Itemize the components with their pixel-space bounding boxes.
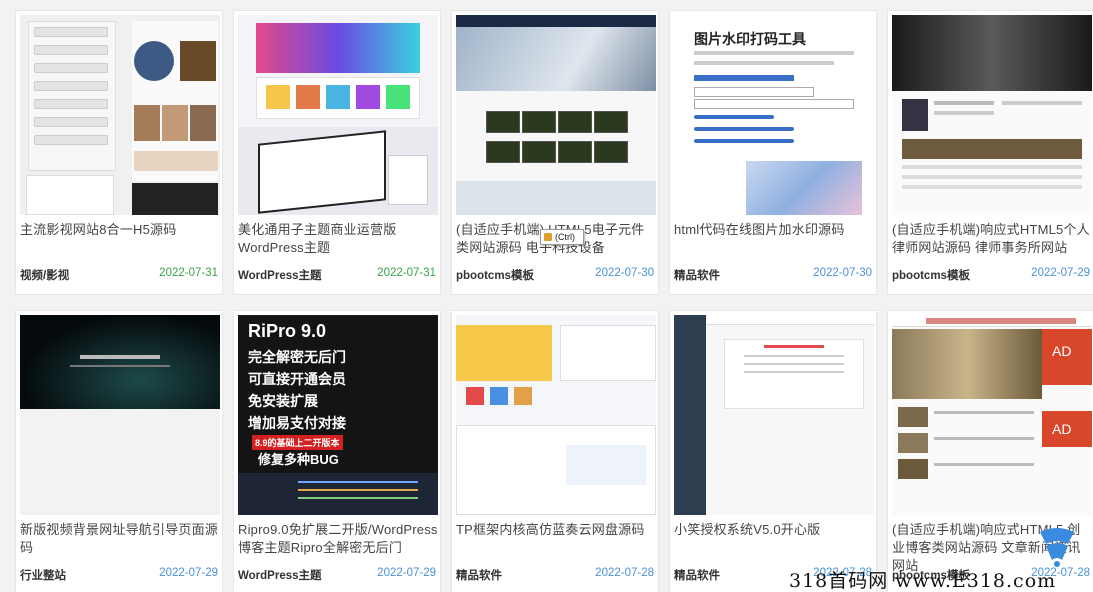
product-thumbnail[interactable]: RiPro 9.0 完全解密无后门 可直接开通会员 免安装扩展 增加易支付对接 …	[238, 315, 438, 515]
thumb-line: 免安装扩展	[248, 393, 318, 409]
card-date: 2022-07-30	[813, 267, 872, 279]
product-card[interactable]: (自适应手机端)响应式HTML5个人律师网站源码 律师事务所网站 pbootcm…	[887, 10, 1093, 295]
card-title[interactable]: Ripro9.0免扩展二开版/WordPress博客主题Ripro全解密无后门	[238, 521, 438, 557]
card-date: 2022-07-29	[1031, 267, 1090, 279]
product-thumbnail[interactable]: AD AD	[892, 315, 1092, 515]
card-title[interactable]: TP框架内核高仿蓝奏云网盘源码	[456, 521, 656, 539]
card-date: 2022-07-31	[377, 267, 436, 279]
card-date: 2022-07-28	[595, 567, 654, 579]
thumb-line: 增加易支付对接	[248, 415, 346, 431]
card-date: 2022-07-31	[159, 267, 218, 279]
site-watermark: 318首码网 www.E318.com	[789, 570, 1057, 592]
product-card[interactable]: TP框架内核高仿蓝奏云网盘源码 精品软件 2022-07-28	[451, 310, 659, 592]
product-thumbnail[interactable]	[20, 315, 220, 515]
product-card[interactable]: RiPro 9.0 完全解密无后门 可直接开通会员 免安装扩展 增加易支付对接 …	[233, 310, 441, 592]
thumb-line: 修复多种BUG	[258, 452, 339, 467]
card-title[interactable]: 小笑授权系统V5.0开心版	[674, 521, 874, 539]
product-thumbnail[interactable]: 图片水印打码工具	[674, 15, 874, 215]
product-card[interactable]: 新版视频背景网址导航引导页面源码 行业整站 2022-07-29	[15, 310, 223, 592]
product-thumbnail[interactable]	[456, 315, 656, 515]
thumb-heading: 图片水印打码工具	[694, 31, 806, 47]
product-thumbnail[interactable]	[20, 15, 220, 215]
card-category[interactable]: 精品软件	[674, 567, 720, 583]
card-date: 2022-07-29	[377, 567, 436, 579]
watermark-logo-icon	[1040, 528, 1074, 567]
product-thumbnail[interactable]	[892, 15, 1092, 215]
card-title[interactable]: 主流影视网站8合一H5源码	[20, 221, 220, 239]
card-category[interactable]: pbootcms模板	[892, 267, 970, 283]
product-card[interactable]: 美化通用子主题商业运营版WordPress主题 WordPress主题 2022…	[233, 10, 441, 295]
product-thumbnail[interactable]	[238, 15, 438, 215]
card-date: 2022-07-29	[159, 567, 218, 579]
ad-label: AD	[1052, 421, 1072, 437]
product-card[interactable]: 小笑授权系统V5.0开心版 精品软件 2022-07-28	[669, 310, 877, 592]
thumb-line: 8.9的基础上二开版本	[252, 435, 343, 450]
product-card[interactable]: (自适应手机端) HTML5电子元件类网站源码 电子科技设备 pbootcms模…	[451, 10, 659, 295]
thumb-line: 完全解密无后门	[248, 349, 346, 365]
card-title[interactable]: html代码在线图片加水印源码	[674, 221, 874, 239]
thumb-line: 可直接开通会员	[248, 371, 346, 387]
card-category[interactable]: WordPress主题	[238, 267, 322, 283]
card-title[interactable]: 美化通用子主题商业运营版WordPress主题	[238, 221, 438, 257]
card-category[interactable]: 精品软件	[456, 567, 502, 583]
card-category[interactable]: 视频/影视	[20, 267, 69, 283]
card-title[interactable]: 新版视频背景网址导航引导页面源码	[20, 521, 220, 557]
card-category[interactable]: 行业整站	[20, 567, 66, 583]
ad-label: AD	[1052, 343, 1072, 359]
product-card[interactable]: 图片水印打码工具 html代码在线图片加水印源码 精品软件 2022-07-30	[669, 10, 877, 295]
thumb-heading: RiPro 9.0	[248, 321, 327, 341]
product-thumbnail[interactable]	[456, 15, 656, 215]
card-category[interactable]: 精品软件	[674, 267, 720, 283]
card-date: 2022-07-30	[595, 267, 654, 279]
card-category[interactable]: pbootcms模板	[456, 267, 534, 283]
product-card[interactable]: 主流影视网站8合一H5源码 视频/影视 2022-07-31	[15, 10, 223, 295]
paste-options-tooltip[interactable]: (Ctrl)	[540, 229, 584, 245]
card-category[interactable]: WordPress主题	[238, 567, 322, 583]
product-thumbnail[interactable]	[674, 315, 874, 515]
card-title[interactable]: (自适应手机端)响应式HTML5个人律师网站源码 律师事务所网站	[892, 221, 1092, 257]
